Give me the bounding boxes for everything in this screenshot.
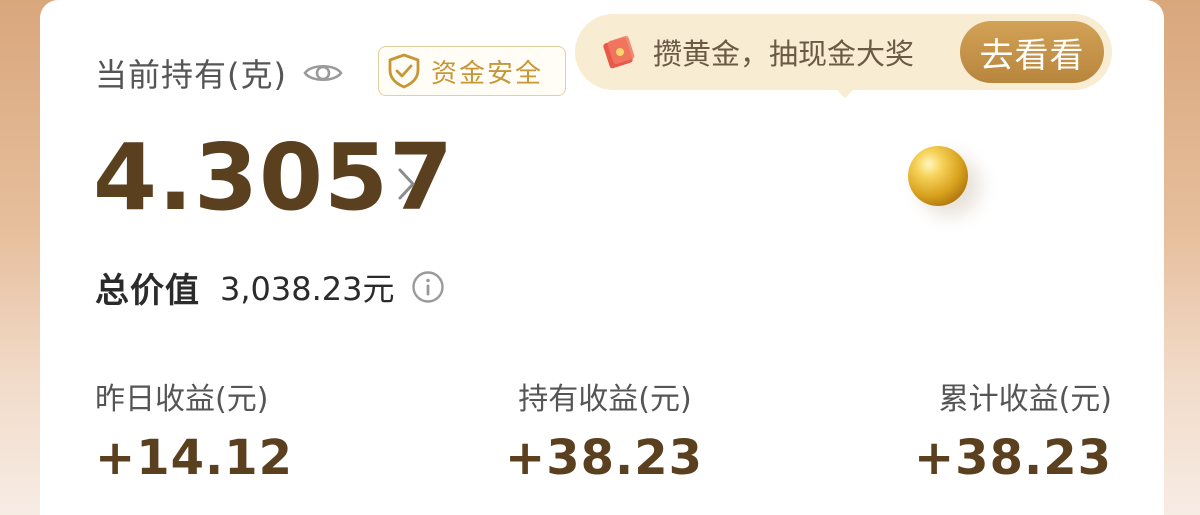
promo-banner[interactable]: 攒黄金，抽现金大奖 去看看	[575, 14, 1112, 90]
stat-value: +38.23	[504, 430, 704, 486]
stat-yesterday-earnings[interactable]: 昨日收益(元) +14.12	[95, 374, 293, 486]
total-value-label: 总价值	[95, 270, 200, 311]
info-icon[interactable]	[411, 270, 445, 304]
promo-text: 攒黄金，抽现金大奖	[653, 37, 915, 71]
gold-bead-icon	[908, 146, 968, 206]
stat-cumulative-earnings[interactable]: 累计收益(元) +38.23	[914, 374, 1112, 486]
go-see-button[interactable]: 去看看	[960, 21, 1104, 83]
stat-value: +14.12	[95, 430, 294, 486]
chevron-right-icon[interactable]	[395, 164, 419, 204]
promo-pointer	[835, 88, 855, 98]
stat-label: 累计收益(元)	[938, 382, 1112, 417]
stat-holding-earnings[interactable]: 持有收益(元) +38.23	[504, 374, 704, 486]
stat-label: 昨日收益(元)	[95, 382, 269, 417]
stat-label: 持有收益(元)	[518, 382, 692, 417]
total-value-row: 总价值 3,038.23元	[95, 262, 445, 312]
eye-icon[interactable]	[303, 58, 343, 88]
holding-header: 当前持有(克)	[95, 48, 343, 98]
funds-safety-badge[interactable]: 资金安全	[378, 46, 566, 96]
funds-safety-label: 资金安全	[431, 58, 544, 89]
holding-label: 当前持有(克)	[95, 56, 287, 94]
stat-value: +38.23	[913, 430, 1112, 486]
total-value-amount: 3,038.23元	[220, 270, 395, 308]
red-envelope-icon	[601, 34, 637, 70]
shield-check-icon	[387, 53, 421, 89]
